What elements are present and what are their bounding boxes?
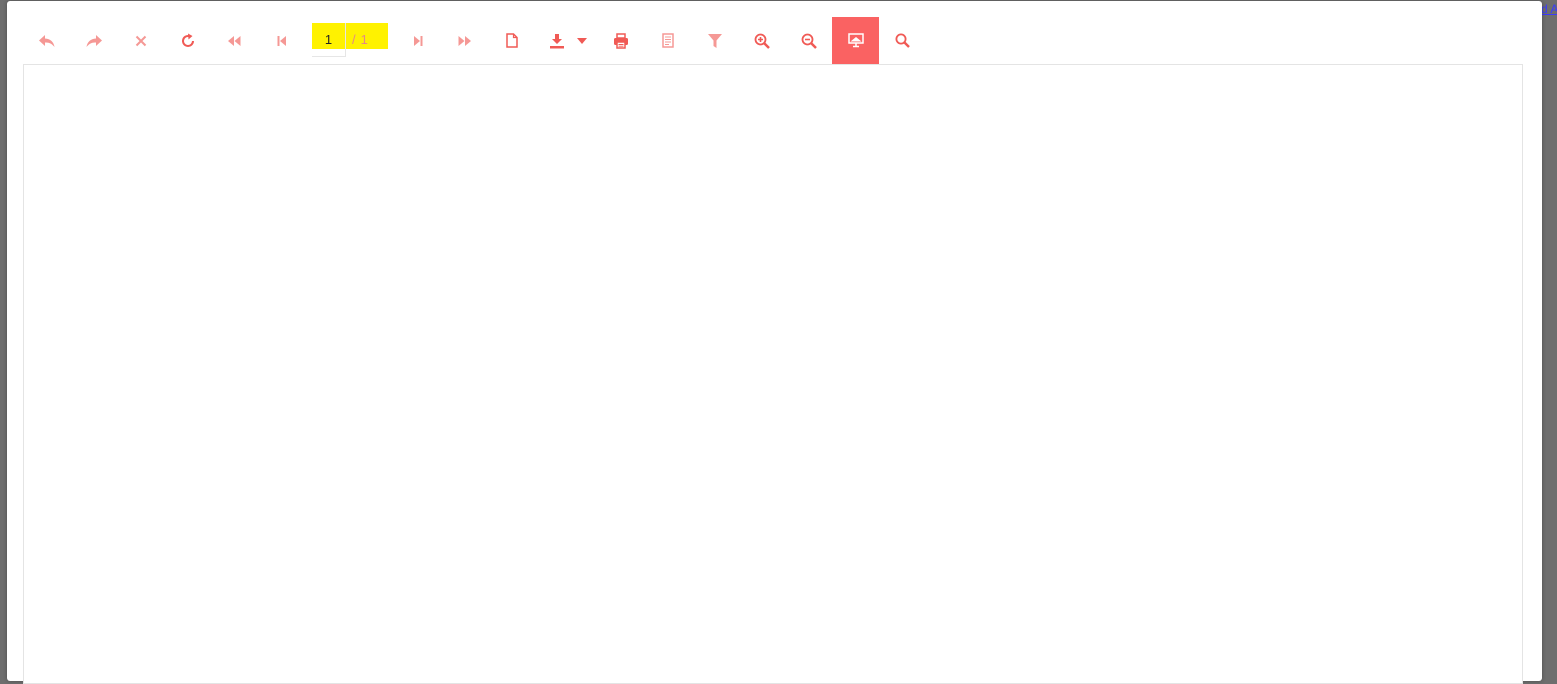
magnifier-icon	[895, 33, 910, 48]
double-chevron-left-icon	[228, 35, 241, 46]
double-chevron-right-icon	[458, 35, 471, 46]
redo-arrow-icon	[86, 34, 102, 47]
next-page-button[interactable]	[394, 17, 441, 64]
export-button[interactable]	[535, 17, 597, 64]
print-layout-icon	[661, 33, 674, 48]
fit-page-icon	[847, 33, 864, 48]
zoom-out-icon	[801, 33, 817, 49]
cancel-button[interactable]	[117, 17, 164, 64]
last-page-button[interactable]	[441, 17, 488, 64]
forward-button[interactable]	[70, 17, 117, 64]
search-button[interactable]	[879, 17, 926, 64]
report-viewer-dialog: / 1	[7, 1, 1542, 684]
print-button[interactable]	[597, 17, 644, 64]
report-content-area	[23, 64, 1523, 684]
page-setup-button[interactable]	[488, 17, 535, 64]
first-page-button[interactable]	[211, 17, 258, 64]
background-link[interactable]: d A	[1541, 2, 1557, 16]
total-pages: 1	[360, 31, 368, 47]
skip-previous-icon	[277, 35, 286, 46]
page-number-box: / 1	[312, 23, 388, 57]
previous-page-button[interactable]	[258, 17, 305, 64]
fit-page-button[interactable]	[832, 17, 879, 64]
zoom-in-button[interactable]	[738, 17, 785, 64]
download-icon	[550, 33, 564, 48]
zoom-in-icon	[754, 33, 770, 49]
undo-arrow-icon	[38, 34, 54, 47]
back-button[interactable]	[23, 17, 70, 64]
refresh-icon	[181, 33, 194, 47]
filter-icon	[707, 33, 722, 48]
report-toolbar: / 1	[23, 17, 926, 64]
skip-next-icon	[413, 35, 422, 46]
printer-icon	[613, 32, 628, 49]
document-icon	[505, 33, 518, 48]
current-page-input[interactable]	[312, 23, 346, 57]
page-navigator: / 1	[305, 17, 394, 64]
page-separator: /	[352, 31, 356, 47]
refresh-button[interactable]	[164, 17, 211, 64]
parameters-button[interactable]	[691, 17, 738, 64]
caret-down-icon	[577, 37, 587, 44]
zoom-out-button[interactable]	[785, 17, 832, 64]
print-layout-button[interactable]	[644, 17, 691, 64]
close-icon	[135, 35, 146, 46]
